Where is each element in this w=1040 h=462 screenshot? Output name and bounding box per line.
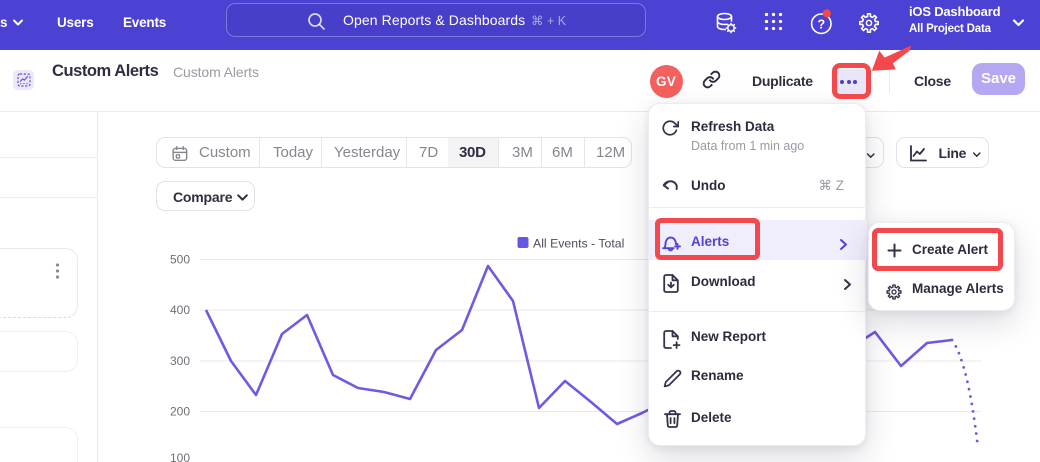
svg-text:100: 100 [170, 451, 190, 462]
svg-text:300: 300 [170, 354, 190, 368]
svg-text:200: 200 [170, 405, 190, 419]
svg-text:All Events - Total: All Events - Total [533, 237, 624, 251]
svg-text:?: ? [817, 18, 825, 32]
svg-text:400: 400 [170, 303, 190, 317]
svg-text:500: 500 [170, 253, 190, 267]
